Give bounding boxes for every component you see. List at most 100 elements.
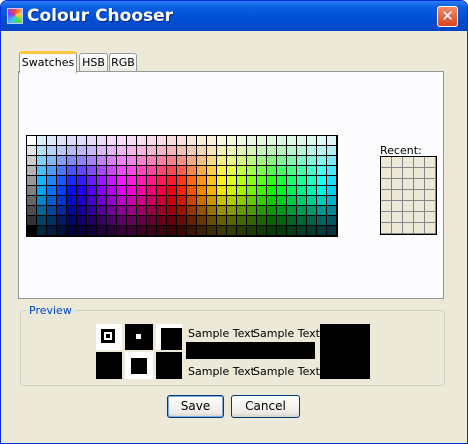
colour-swatch[interactable] xyxy=(257,226,267,236)
colour-swatch[interactable] xyxy=(197,196,207,206)
colour-swatch[interactable] xyxy=(47,206,57,216)
colour-swatch[interactable] xyxy=(27,146,37,156)
colour-swatch[interactable] xyxy=(297,196,307,206)
colour-swatch[interactable] xyxy=(127,196,137,206)
colour-swatch[interactable] xyxy=(177,156,187,166)
colour-swatch[interactable] xyxy=(147,146,157,156)
colour-swatch[interactable] xyxy=(57,216,67,226)
recent-swatch[interactable] xyxy=(425,157,436,168)
colour-swatch[interactable] xyxy=(207,196,217,206)
recent-swatch[interactable] xyxy=(425,223,436,234)
colour-swatch[interactable] xyxy=(247,186,257,196)
colour-swatch[interactable] xyxy=(217,136,227,146)
colour-swatch[interactable] xyxy=(127,226,137,236)
colour-swatch[interactable] xyxy=(187,176,197,186)
colour-swatch[interactable] xyxy=(177,196,187,206)
colour-swatch[interactable] xyxy=(297,146,307,156)
recent-swatch[interactable] xyxy=(392,157,403,168)
colour-swatch[interactable] xyxy=(327,136,337,146)
colour-swatch[interactable] xyxy=(47,146,57,156)
colour-swatch[interactable] xyxy=(307,186,317,196)
colour-swatch[interactable] xyxy=(237,216,247,226)
colour-swatch[interactable] xyxy=(87,156,97,166)
colour-swatch[interactable] xyxy=(287,196,297,206)
colour-swatch[interactable] xyxy=(117,206,127,216)
recent-swatch[interactable] xyxy=(392,190,403,201)
colour-swatch[interactable] xyxy=(297,156,307,166)
recent-swatch[interactable] xyxy=(403,190,414,201)
colour-swatch[interactable] xyxy=(117,146,127,156)
colour-swatch[interactable] xyxy=(287,186,297,196)
recent-swatch[interactable] xyxy=(403,179,414,190)
recent-swatch[interactable] xyxy=(403,157,414,168)
colour-swatch[interactable] xyxy=(47,176,57,186)
colour-swatch[interactable] xyxy=(227,156,237,166)
colour-swatch[interactable] xyxy=(277,176,287,186)
colour-swatch[interactable] xyxy=(97,226,107,236)
colour-swatch[interactable] xyxy=(287,166,297,176)
colour-swatch[interactable] xyxy=(147,196,157,206)
colour-swatch[interactable] xyxy=(197,156,207,166)
colour-swatch[interactable] xyxy=(87,216,97,226)
colour-swatch[interactable] xyxy=(107,216,117,226)
colour-swatch[interactable] xyxy=(107,146,117,156)
colour-swatch[interactable] xyxy=(267,166,277,176)
colour-swatch[interactable] xyxy=(317,136,327,146)
colour-swatch[interactable] xyxy=(147,226,157,236)
colour-swatch[interactable] xyxy=(137,166,147,176)
colour-swatch[interactable] xyxy=(187,206,197,216)
colour-swatch[interactable] xyxy=(47,186,57,196)
colour-swatch[interactable] xyxy=(227,206,237,216)
colour-swatch[interactable] xyxy=(207,146,217,156)
colour-swatch[interactable] xyxy=(177,186,187,196)
colour-swatch[interactable] xyxy=(197,216,207,226)
save-button[interactable]: Save xyxy=(167,395,224,418)
recent-swatch[interactable] xyxy=(414,212,425,223)
colour-swatch[interactable] xyxy=(127,136,137,146)
close-icon[interactable]: ✕ xyxy=(437,6,458,27)
recent-swatch[interactable] xyxy=(403,212,414,223)
recent-swatch[interactable] xyxy=(403,223,414,234)
colour-swatch[interactable] xyxy=(117,176,127,186)
colour-swatch[interactable] xyxy=(187,186,197,196)
colour-swatch[interactable] xyxy=(267,156,277,166)
colour-swatch[interactable] xyxy=(107,196,117,206)
colour-swatch[interactable] xyxy=(277,156,287,166)
colour-swatch[interactable] xyxy=(37,196,47,206)
colour-swatch[interactable] xyxy=(87,176,97,186)
colour-swatch[interactable] xyxy=(257,156,267,166)
colour-swatch[interactable] xyxy=(257,216,267,226)
colour-swatch[interactable] xyxy=(327,146,337,156)
colour-swatch[interactable] xyxy=(217,196,227,206)
recent-swatch[interactable] xyxy=(392,168,403,179)
colour-swatch[interactable] xyxy=(177,166,187,176)
colour-swatch[interactable] xyxy=(127,176,137,186)
colour-swatch[interactable] xyxy=(277,136,287,146)
colour-swatch[interactable] xyxy=(127,206,137,216)
colour-swatch[interactable] xyxy=(207,186,217,196)
colour-swatch[interactable] xyxy=(147,176,157,186)
colour-swatch[interactable] xyxy=(67,206,77,216)
colour-swatch[interactable] xyxy=(267,216,277,226)
colour-swatch[interactable] xyxy=(257,176,267,186)
colour-swatch[interactable] xyxy=(307,196,317,206)
title-bar[interactable]: Colour Chooser ✕ xyxy=(1,1,467,31)
colour-swatch[interactable] xyxy=(297,166,307,176)
colour-swatch[interactable] xyxy=(67,196,77,206)
colour-swatch[interactable] xyxy=(237,146,247,156)
colour-swatch[interactable] xyxy=(167,156,177,166)
colour-swatch[interactable] xyxy=(57,226,67,236)
colour-swatch[interactable] xyxy=(67,136,77,146)
colour-swatch[interactable] xyxy=(87,226,97,236)
colour-swatch[interactable] xyxy=(137,156,147,166)
colour-swatch[interactable] xyxy=(37,136,47,146)
recent-swatch[interactable] xyxy=(403,201,414,212)
recent-swatch[interactable] xyxy=(414,190,425,201)
colour-swatch[interactable] xyxy=(117,196,127,206)
colour-swatch[interactable] xyxy=(237,196,247,206)
colour-swatch[interactable] xyxy=(237,226,247,236)
colour-swatch[interactable] xyxy=(287,176,297,186)
colour-swatch[interactable] xyxy=(107,226,117,236)
colour-swatch[interactable] xyxy=(37,186,47,196)
colour-swatch[interactable] xyxy=(37,146,47,156)
